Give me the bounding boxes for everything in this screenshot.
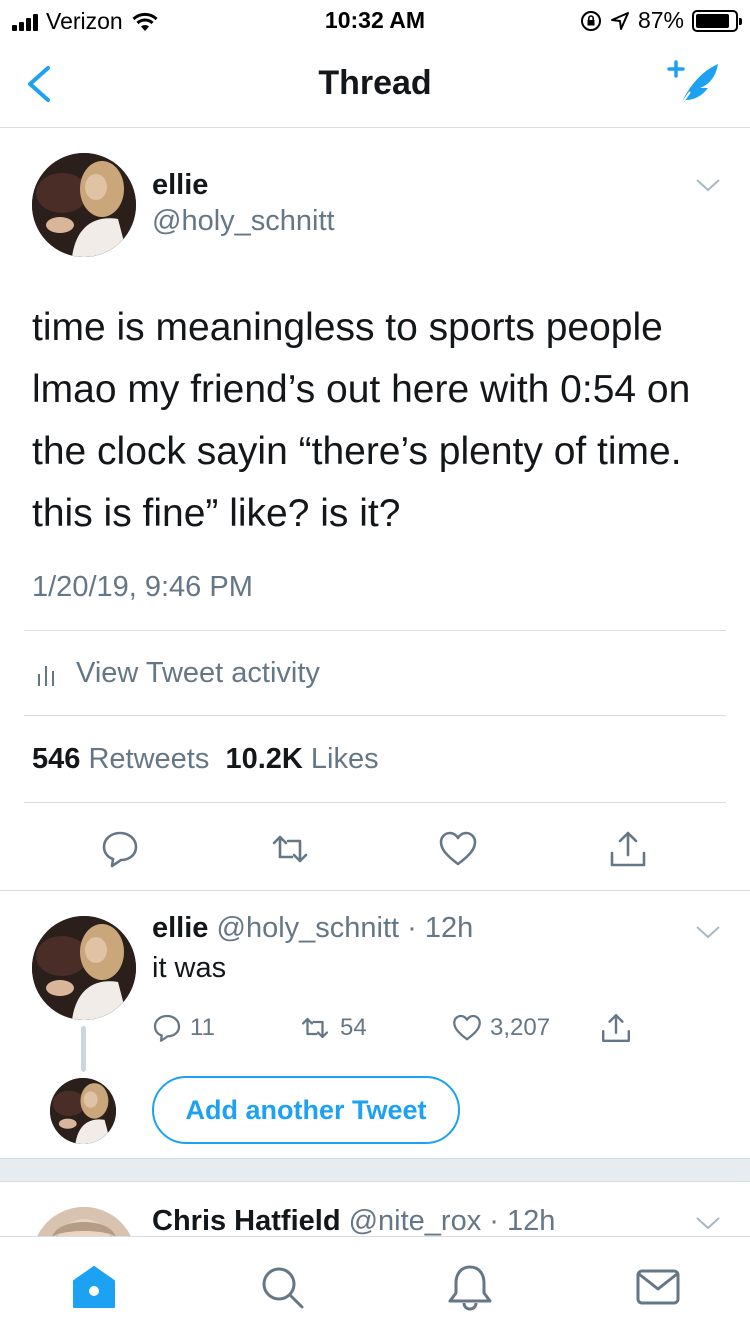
tweet-timestamp: 1/20/19, 9:46 PM [32, 571, 253, 603]
view-activity-link[interactable]: View Tweet activity [36, 657, 320, 690]
like-count: 3,207 [490, 1014, 551, 1041]
author-handle[interactable]: @nite_rox [349, 1205, 482, 1236]
status-bar: Verizon 10:32 AM 87% [0, 0, 750, 40]
reply-action[interactable]: 11 [152, 1010, 215, 1046]
tab-bar [0, 1236, 750, 1334]
battery-percent: 87% [637, 7, 684, 33]
author-name[interactable]: ellie [152, 912, 208, 944]
avatar[interactable] [32, 1207, 136, 1236]
author-name[interactable]: Chris Hatfield [152, 1205, 341, 1236]
next-tweet[interactable]: Chris Hatfield @nite_rox · 12h [0, 1183, 750, 1236]
orientation-lock-icon [580, 10, 601, 31]
messages-envelope-icon[interactable] [634, 1263, 682, 1311]
retweet-count: 54 [340, 1014, 367, 1041]
share-icon [602, 1014, 630, 1042]
author-name[interactable]: ellie [152, 169, 208, 202]
reply-icon[interactable] [100, 829, 140, 869]
author-handle[interactable]: @holy_schnitt [217, 912, 400, 944]
reply-header: Chris Hatfield @nite_rox · 12h [152, 1205, 555, 1236]
tweet-text: it was [152, 952, 227, 984]
reply-header: ellie @holy_schnitt · 12h [152, 912, 473, 945]
share-action[interactable] [600, 1010, 632, 1046]
page-title: Thread [318, 64, 432, 102]
tweet-age: · 12h [489, 1205, 556, 1236]
status-right: 87% [580, 7, 742, 34]
tweet-stats: 546 Retweets 10.2K Likes [32, 743, 379, 776]
likes-count[interactable]: 10.2K [225, 743, 302, 775]
reply-count: 11 [190, 1014, 215, 1041]
retweet-icon [301, 1017, 329, 1039]
nav-bar: Thread [0, 40, 750, 128]
activity-label: View Tweet activity [76, 657, 320, 689]
avatar[interactable] [32, 153, 136, 257]
retweets-count[interactable]: 546 [32, 743, 80, 775]
tweet-actions [0, 829, 750, 869]
thread-connector [81, 1026, 86, 1072]
like-action[interactable]: 3,207 [452, 1010, 550, 1046]
chevron-down-icon[interactable] [694, 1213, 722, 1233]
divider [24, 715, 726, 716]
share-icon[interactable] [608, 829, 648, 869]
chevron-down-icon[interactable] [694, 175, 722, 195]
search-icon[interactable] [258, 1263, 306, 1311]
likes-label[interactable]: Likes [311, 743, 379, 775]
tweet-age: · 12h [407, 912, 474, 944]
section-separator [0, 1158, 750, 1182]
compose-tweet-icon[interactable] [666, 58, 722, 110]
battery-icon [692, 9, 742, 32]
add-another-tweet-button[interactable]: Add another Tweet [152, 1076, 460, 1144]
bar-chart-icon [38, 665, 54, 686]
chevron-down-icon[interactable] [694, 922, 722, 942]
tweet-text: time is meaningless to sports people lma… [32, 306, 691, 535]
avatar[interactable] [32, 916, 136, 1020]
avatar [50, 1078, 116, 1144]
reply-icon [153, 1014, 181, 1042]
retweet-icon[interactable] [270, 829, 310, 869]
divider [24, 802, 726, 803]
divider [24, 630, 726, 631]
divider [0, 890, 750, 891]
retweets-label[interactable]: Retweets [88, 743, 209, 775]
author-handle[interactable]: @holy_schnitt [152, 205, 335, 238]
heart-icon[interactable] [438, 829, 478, 869]
retweet-action[interactable]: 54 [298, 1010, 367, 1046]
home-icon[interactable] [70, 1263, 118, 1311]
notifications-bell-icon[interactable] [446, 1263, 494, 1311]
location-arrow-icon [610, 11, 629, 30]
heart-icon [453, 1014, 481, 1041]
